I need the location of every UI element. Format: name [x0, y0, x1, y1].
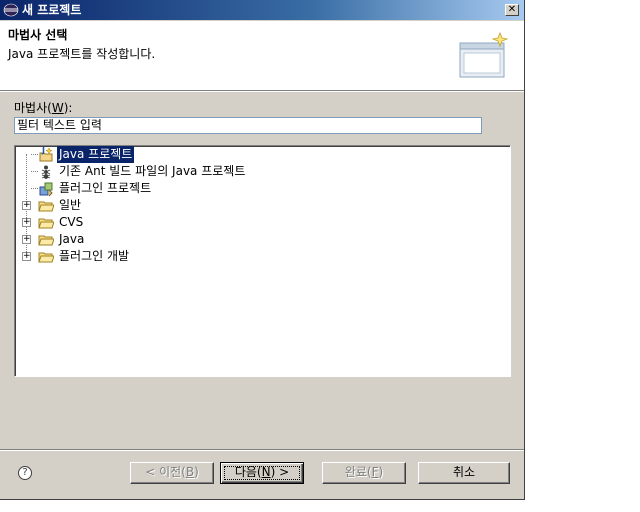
eclipse-icon	[3, 3, 19, 17]
tree-item-label: 일반	[59, 198, 82, 212]
next-button[interactable]: 다음(N) >	[220, 462, 304, 484]
folder-icon	[38, 218, 54, 229]
tree-item-label: 기존 Ant 빌드 파일의 Java 프로젝트	[59, 164, 246, 178]
tree-item-label: Java 프로젝트	[57, 146, 135, 163]
tree-item-label: 플러그인 개발	[59, 249, 130, 263]
window-title: 새 프로젝트	[22, 3, 82, 17]
close-icon: ✕	[507, 4, 517, 15]
page-description: Java 프로젝트를 작성합니다.	[8, 47, 156, 61]
header-divider	[0, 91, 524, 92]
help-button[interactable]: ?	[18, 466, 32, 480]
expand-icon[interactable]: +	[22, 235, 31, 244]
expand-icon[interactable]: +	[22, 252, 31, 261]
close-button[interactable]: ✕	[505, 4, 519, 16]
tree-item-label: 플러그인 프로젝트	[59, 181, 152, 195]
tree-item-cvs[interactable]: + CVS	[15, 214, 495, 231]
back-button[interactable]: < 이전(B)	[130, 462, 214, 484]
cancel-button[interactable]: 취소	[418, 462, 510, 484]
new-project-dialog: 새 프로젝트 ✕ 마법사 선택 Java 프로젝트를 작성합니다. 마법사(W)…	[0, 0, 525, 500]
page-title: 마법사 선택	[8, 28, 68, 42]
wizard-header: 마법사 선택 Java 프로젝트를 작성합니다.	[0, 21, 524, 91]
java-project-icon: J	[39, 147, 53, 162]
wizard-tree[interactable]: J Java 프로젝트 기존 Ant 빌드 파일의 Java 프로젝트 플러그인…	[14, 145, 511, 377]
svg-text:J: J	[41, 147, 45, 155]
ant-icon	[41, 165, 51, 179]
tree-item-general[interactable]: + 일반	[15, 197, 495, 214]
tree-item-plugin-development[interactable]: + 플러그인 개발	[15, 248, 495, 265]
tree-item-plugin-project[interactable]: 플러그인 프로젝트	[15, 180, 495, 197]
wizard-filter-input[interactable]: 필터 텍스트 입력	[14, 117, 482, 134]
plugin-project-icon	[39, 182, 53, 197]
button-bar-divider-highlight	[0, 450, 524, 451]
title-bar[interactable]: 새 프로젝트 ✕	[0, 0, 524, 20]
finish-button[interactable]: 완료(F)	[322, 462, 406, 484]
expand-icon[interactable]: +	[22, 201, 31, 210]
new-wizard-banner-icon	[459, 31, 509, 78]
folder-icon	[38, 235, 54, 246]
focus-ring	[224, 466, 300, 480]
tree-item-java[interactable]: + Java	[15, 231, 495, 248]
tree-item-java-project[interactable]: J Java 프로젝트	[15, 146, 495, 163]
tree-item-label: Java	[59, 232, 85, 246]
wizard-filter-label: 마법사(W):	[14, 101, 73, 115]
expand-icon[interactable]: +	[22, 218, 31, 227]
folder-icon	[38, 252, 54, 263]
help-icon: ?	[22, 467, 28, 478]
folder-icon	[38, 201, 54, 212]
tree-item-ant-java-project[interactable]: 기존 Ant 빌드 파일의 Java 프로젝트	[15, 163, 495, 180]
tree-item-label: CVS	[59, 215, 84, 229]
